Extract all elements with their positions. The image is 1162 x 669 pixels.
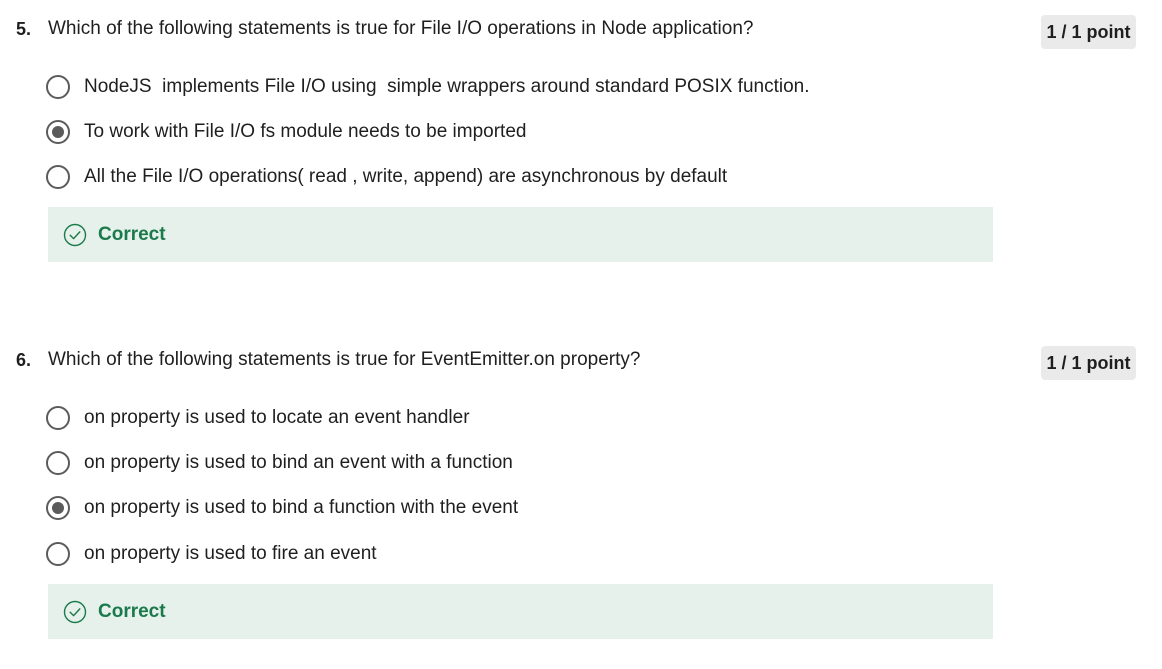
- answer-option[interactable]: To work with File I/O fs module needs to…: [46, 118, 526, 146]
- question-number: 6.: [16, 350, 32, 370]
- feedback-panel: Correct: [48, 584, 993, 639]
- radio-button-selected[interactable]: [46, 496, 70, 520]
- points-badge: 1 / 1 point: [1041, 346, 1136, 380]
- answer-option[interactable]: on property is used to locate an event h…: [46, 404, 470, 432]
- answer-option[interactable]: on property is used to bind an event wit…: [46, 449, 513, 477]
- option-label: To work with File I/O fs module needs to…: [84, 121, 527, 142]
- feedback-panel: Correct: [48, 207, 993, 262]
- option-label: All the File I/O operations( read , writ…: [84, 166, 728, 187]
- answer-option[interactable]: on property is used to bind a function w…: [46, 494, 518, 522]
- option-label: on property is used to bind a function w…: [84, 497, 519, 518]
- question-text: Which of the following statements is tru…: [48, 349, 641, 370]
- radio-button[interactable]: [46, 542, 70, 566]
- answer-option[interactable]: on property is used to fire an event: [46, 540, 377, 568]
- feedback-label: Correct: [98, 600, 166, 622]
- points-badge: 1 / 1 point: [1041, 15, 1136, 49]
- radio-button[interactable]: [46, 406, 70, 430]
- check-circle-icon: [63, 223, 87, 247]
- check-circle-icon: [63, 600, 87, 624]
- feedback-label: Correct: [98, 223, 166, 245]
- answer-option[interactable]: All the File I/O operations( read , writ…: [46, 163, 727, 191]
- radio-button[interactable]: [46, 451, 70, 475]
- radio-selected-dot: [52, 502, 64, 514]
- radio-button[interactable]: [46, 75, 70, 99]
- option-label: on property is used to bind an event wit…: [84, 452, 513, 473]
- option-label: NodeJS implements File I/O using simple …: [84, 76, 810, 97]
- question-text: Which of the following statements is tru…: [48, 18, 754, 39]
- radio-selected-dot: [52, 126, 64, 138]
- answer-option[interactable]: NodeJS implements File I/O using simple …: [46, 73, 810, 101]
- option-label: on property is used to locate an event h…: [84, 407, 470, 428]
- question-number: 5.: [16, 19, 32, 39]
- radio-button[interactable]: [46, 165, 70, 189]
- radio-button-selected[interactable]: [46, 120, 70, 144]
- option-label: on property is used to fire an event: [84, 543, 377, 564]
